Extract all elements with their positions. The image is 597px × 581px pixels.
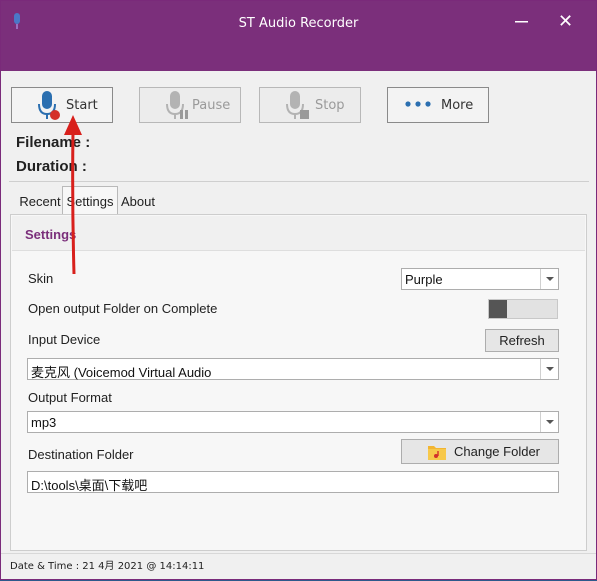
app-window: ST Audio Recorder ✕ Start Pause Stop Mor…: [0, 0, 597, 580]
annotation-arrow-icon: [64, 115, 82, 275]
